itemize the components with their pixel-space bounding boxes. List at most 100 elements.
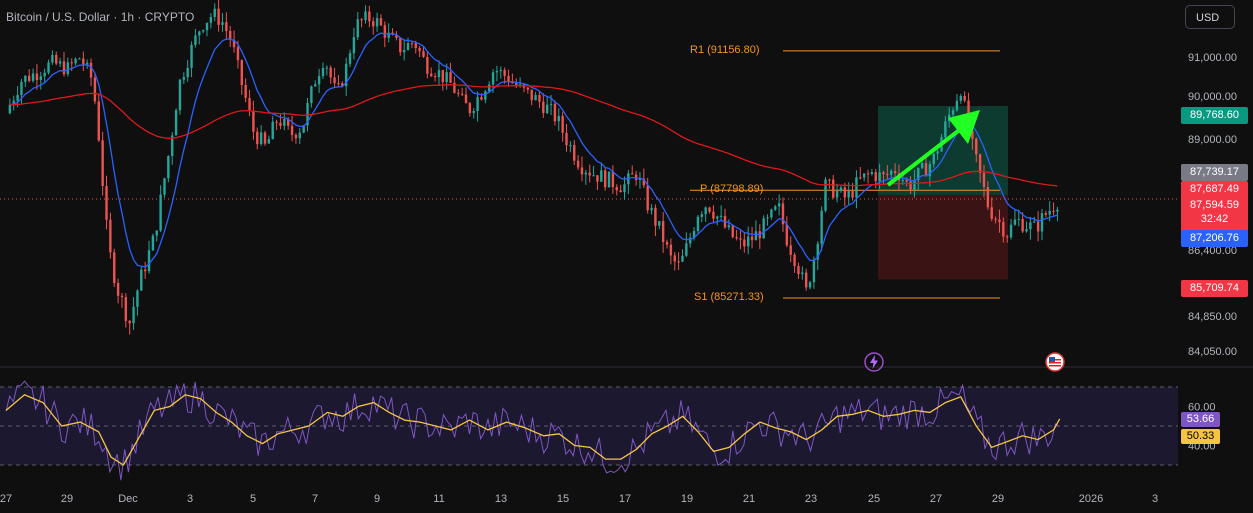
candle-body — [441, 70, 445, 83]
candle-body — [843, 187, 847, 198]
candle-body — [886, 173, 889, 175]
candle-body — [294, 134, 298, 139]
candle-body — [704, 207, 707, 215]
candle-body — [750, 236, 754, 241]
candle-body — [1017, 218, 1020, 220]
candle-body — [1048, 210, 1051, 215]
x-tick-label: 7 — [312, 493, 318, 505]
candle-body — [375, 18, 379, 27]
candle-body — [549, 103, 553, 105]
candle-body — [878, 172, 881, 182]
candle-body — [893, 170, 897, 174]
candle-body — [677, 261, 680, 263]
candle-body — [147, 250, 151, 272]
candle-body — [1013, 219, 1017, 225]
candle-body — [793, 254, 796, 267]
candle-body — [491, 72, 495, 85]
candle-body — [565, 132, 568, 146]
candle-body — [951, 110, 955, 115]
candle-body — [283, 119, 286, 126]
candle-body — [499, 70, 502, 72]
candle-body — [603, 170, 607, 188]
candle-body — [410, 43, 414, 45]
candle-body — [785, 224, 789, 246]
candle-body — [1036, 221, 1040, 232]
price-tag: 87,594.59 32:42 — [1181, 196, 1248, 232]
candle-body — [457, 92, 460, 94]
candle-body — [62, 61, 66, 75]
candle-body — [143, 269, 147, 272]
candle-body — [882, 172, 885, 174]
candle-body — [279, 122, 282, 126]
candle-body — [596, 175, 599, 182]
x-tick-label: 9 — [374, 493, 380, 505]
candle-body — [136, 290, 139, 307]
candle-body — [314, 84, 317, 87]
candle-body — [43, 72, 46, 77]
x-tick-label: 3 — [1152, 493, 1158, 505]
candle-body — [982, 172, 986, 188]
candle-body — [252, 110, 255, 132]
candle-body — [716, 216, 719, 219]
price-tag-value: 89,768.60 — [1190, 109, 1239, 121]
candle-body — [317, 76, 321, 85]
candle-body — [654, 207, 657, 226]
candle-body — [484, 91, 487, 100]
candle-body — [402, 50, 406, 53]
candle-body — [774, 206, 777, 210]
candle-body — [310, 86, 313, 104]
candle-body — [27, 75, 31, 81]
candle-body — [101, 140, 104, 187]
candle-body — [201, 30, 205, 32]
candle-body — [460, 93, 464, 95]
candle-body — [530, 89, 533, 101]
candle-body — [418, 48, 421, 52]
candle-body — [905, 180, 908, 182]
candle-body — [545, 104, 549, 114]
candle-body — [557, 115, 560, 122]
rsi-tag: 53.66 — [1181, 412, 1220, 427]
price-chart[interactable]: 91,000.0090,000.0089,000.0086,400.0084,8… — [0, 0, 1253, 513]
price-tag-value: 87,206.76 — [1190, 232, 1239, 244]
candle-body — [236, 47, 240, 61]
us-flag-icon[interactable] — [1045, 352, 1065, 372]
candle-body — [959, 95, 963, 101]
candle-body — [851, 190, 854, 198]
candle-body — [573, 145, 576, 161]
candle-body — [839, 187, 843, 191]
candle-body — [576, 160, 580, 168]
candle-body — [1044, 213, 1048, 215]
x-tick-label: 2026 — [1079, 493, 1103, 505]
y-tick-label: 84,050.00 — [1188, 346, 1237, 358]
candle-body — [526, 87, 530, 90]
candle-body — [580, 167, 584, 175]
x-tick-label: 21 — [743, 493, 755, 505]
candle-body — [712, 211, 715, 219]
candle-body — [685, 243, 688, 256]
candle-body — [16, 95, 19, 101]
stop-zone — [878, 195, 1008, 280]
lightning-icon[interactable] — [864, 352, 884, 372]
candle-body — [356, 19, 359, 38]
candle-body — [708, 207, 711, 212]
candle-body — [422, 51, 425, 57]
candle-body — [198, 31, 201, 36]
candle-body — [924, 163, 928, 177]
candle-body — [870, 172, 874, 174]
candle-body — [847, 190, 850, 198]
y-tick-label: 91,000.00 — [1188, 52, 1237, 64]
candle-body — [631, 173, 634, 175]
candle-body — [681, 255, 684, 262]
candle-body — [414, 43, 417, 49]
candle-body — [248, 97, 251, 111]
currency-button[interactable]: USD — [1185, 5, 1235, 29]
candle-body — [113, 252, 116, 284]
candle-body — [1025, 229, 1028, 232]
x-tick-label: 29 — [61, 493, 73, 505]
candle-body — [862, 173, 866, 178]
candle-body — [55, 54, 58, 64]
candle-body — [569, 145, 572, 147]
price-tag-value: 85,709.74 — [1190, 282, 1239, 294]
y-tick-label: 89,000.00 — [1188, 134, 1237, 146]
candle-body — [333, 77, 336, 84]
